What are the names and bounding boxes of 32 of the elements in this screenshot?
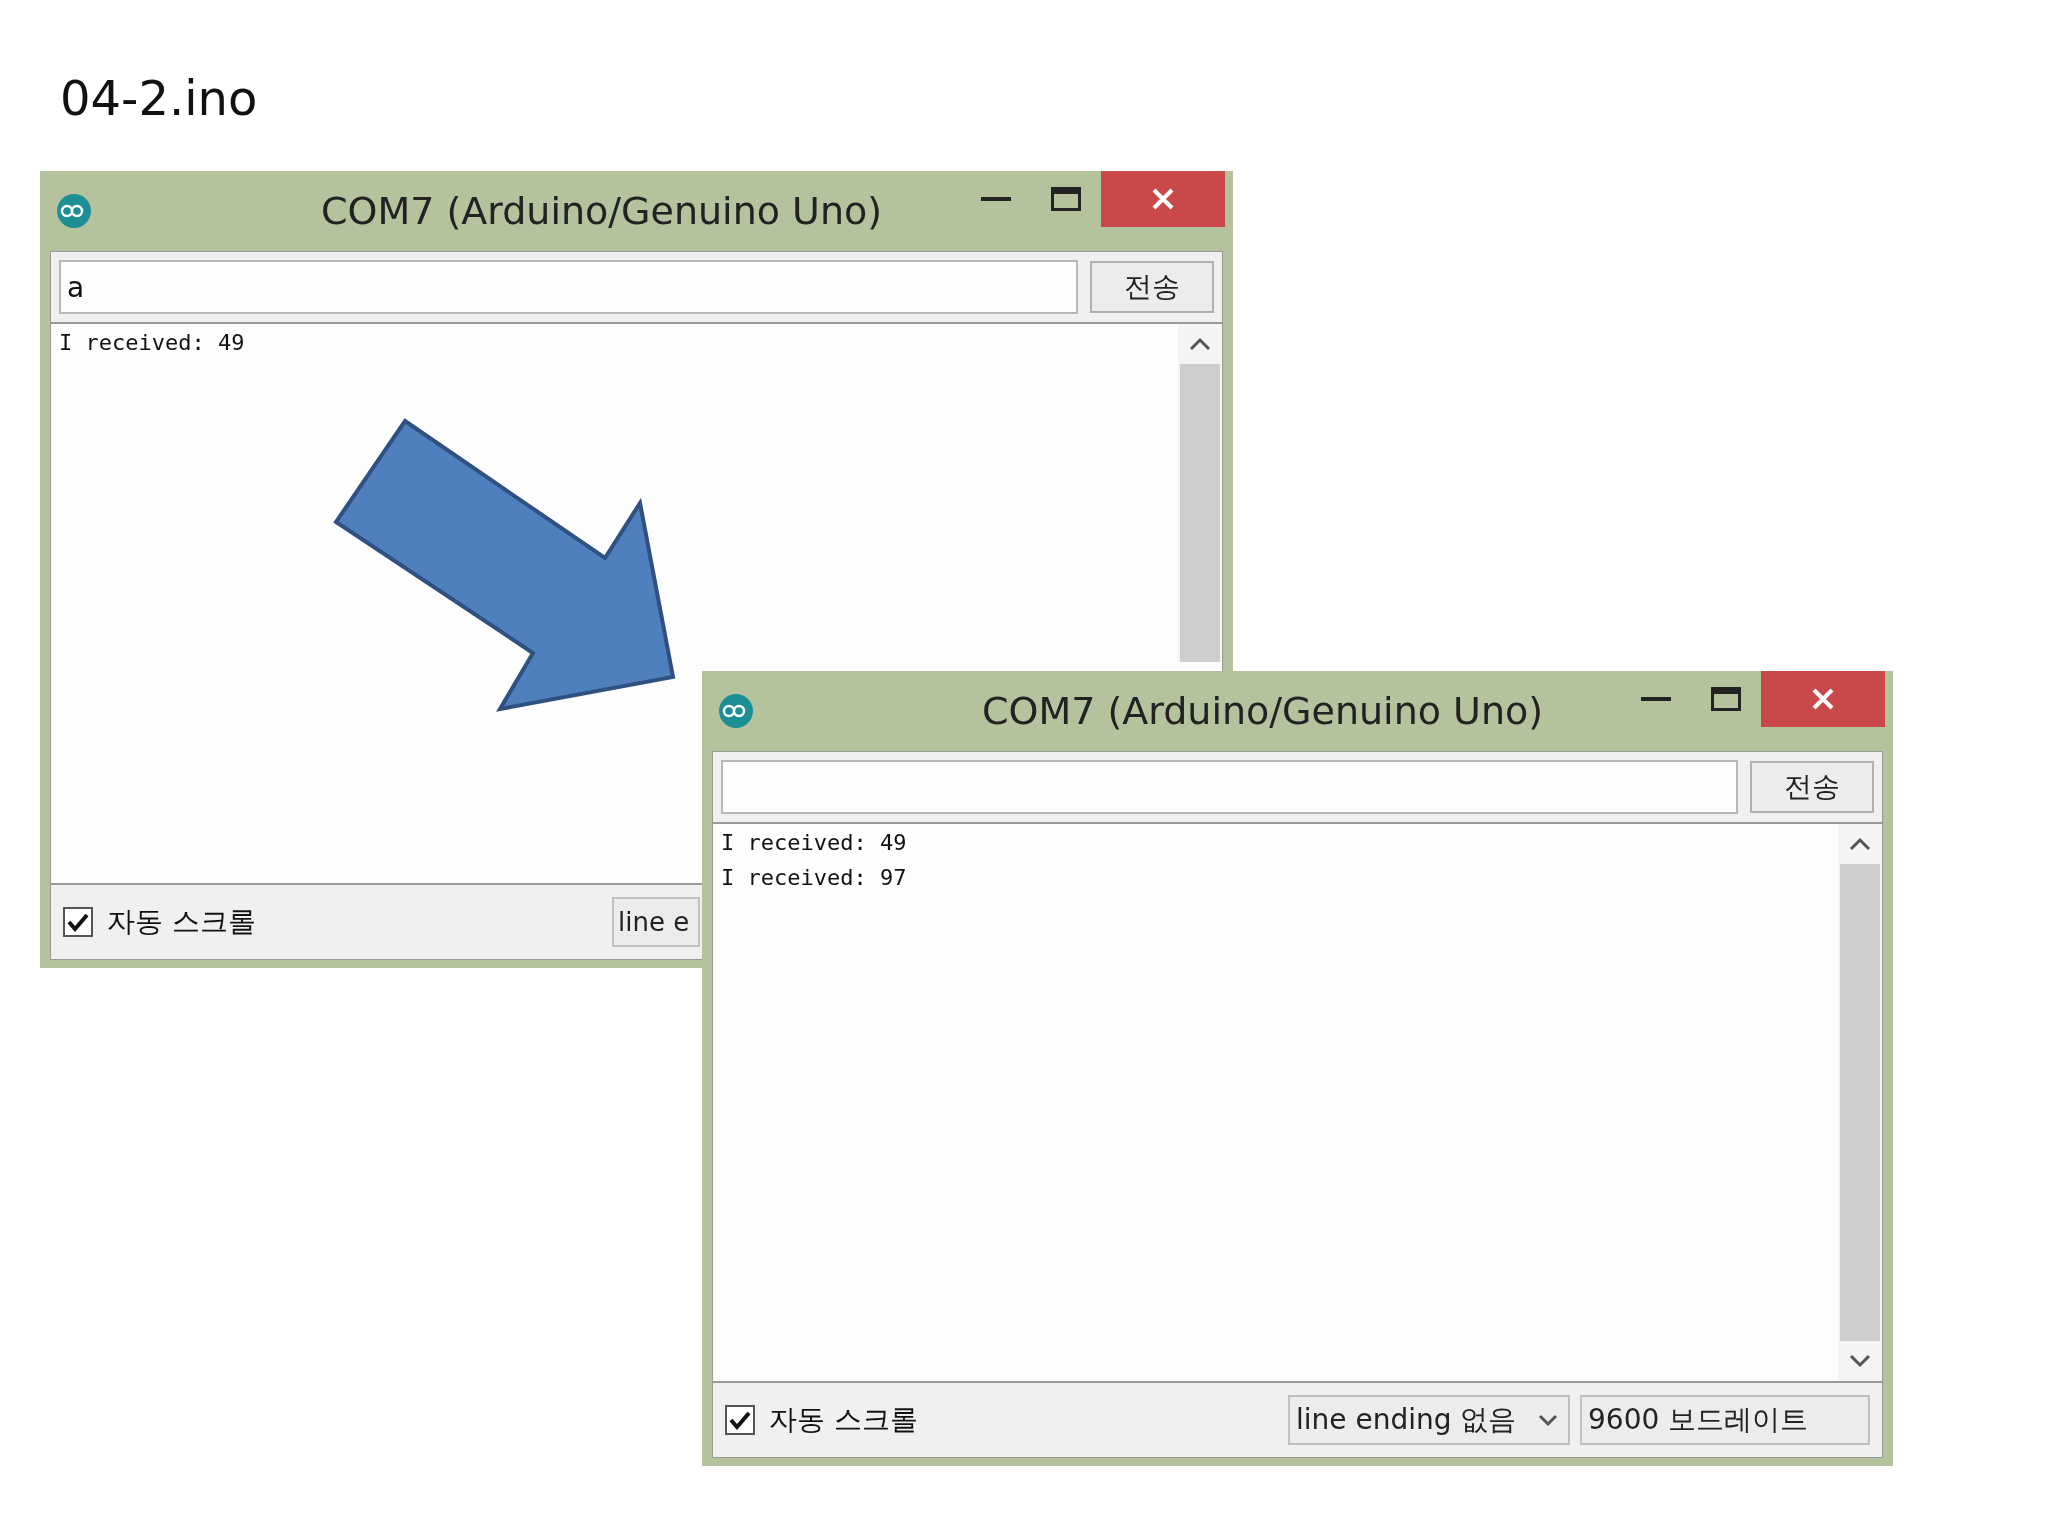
window-title: COM7 (Arduino/Genuino Uno) [980, 689, 1545, 733]
minimize-icon [981, 196, 1011, 202]
send-button[interactable]: 전송 [1090, 261, 1214, 313]
input-field[interactable]: a [59, 260, 1078, 314]
minimize-icon [1641, 696, 1671, 702]
line-ending-dropdown[interactable]: line ending 없음 [1288, 1395, 1570, 1445]
infinity-logo-icon [718, 693, 754, 729]
line-ending-dropdown[interactable]: line e [612, 897, 700, 947]
input-field[interactable] [721, 760, 1738, 814]
chevron-down-icon [1538, 1413, 1558, 1427]
infinity-logo-icon [56, 193, 92, 229]
log-line: I received: 49 [721, 830, 908, 855]
send-button[interactable]: 전송 [1750, 761, 1874, 813]
window-title: COM7 (Arduino/Genuino Uno) [319, 189, 884, 233]
checkbox-label: 자동 스크롤 [107, 904, 256, 940]
checkbox-label: 자동 스크롤 [769, 1402, 918, 1438]
scrollbar[interactable] [1178, 324, 1222, 662]
slide-title: 04-2.ino [60, 70, 258, 126]
log-line: I received: 49 [59, 330, 246, 355]
close-button[interactable] [1761, 671, 1885, 727]
scroll-thumb[interactable] [1840, 864, 1880, 1341]
close-icon [1151, 187, 1175, 211]
close-button[interactable] [1101, 171, 1225, 227]
scrollbar[interactable] [1838, 824, 1882, 1381]
maximize-icon [1051, 187, 1081, 211]
close-icon [1811, 687, 1835, 711]
maximize-icon [1711, 687, 1741, 711]
scroll-thumb[interactable] [1180, 364, 1220, 662]
checkbox[interactable] [725, 1405, 755, 1435]
checkbox[interactable] [63, 907, 93, 937]
log-line: I received: 97 [721, 865, 908, 890]
baud-rate-dropdown[interactable]: 9600 보드레이트 [1580, 1395, 1870, 1445]
